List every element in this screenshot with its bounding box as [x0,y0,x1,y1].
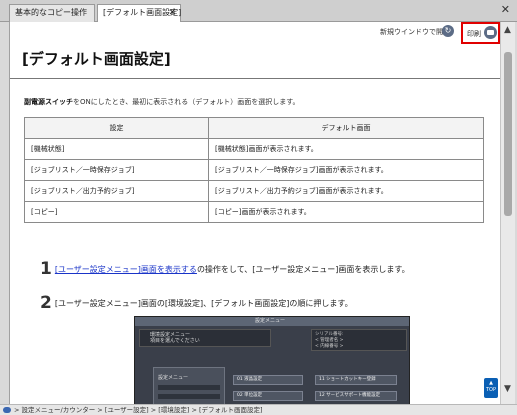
arrow-up-icon: ▲ [489,380,493,386]
illustration-info-line: < 内線番号 > [315,344,344,349]
table-cell: [ジョブリスト／一時保存ジョブ] [24,159,209,181]
table-cell: [機械状態] [24,138,209,160]
print-label: 印刷 [467,30,481,38]
step-text: [ユーザー設定メニュー]画面の[環境設定]、[デフォルト画面設定]の順に押します… [54,299,353,308]
manual-icon [3,407,11,413]
window-close-icon[interactable]: ✕ [501,3,510,16]
illustration-menu-bar [158,385,220,390]
illustration-menu-bar [158,394,220,399]
tab-close-icon[interactable]: ✕ [168,5,176,21]
table-row: [ジョブリスト／出力予約ジョブ] [ジョブリスト／出力予約ジョブ]画面が表示され… [24,180,484,202]
illustration-info: シリアル番号: < 管理者名 > < 内線番号 > [311,329,407,351]
new-window-icon[interactable]: ↻ [442,25,454,37]
table-header-row: 設定 デフォルト画面 [24,117,484,139]
user-settings-menu-link[interactable]: [ユーザー設定メニュー]画面を表示する [55,265,197,274]
table-row: [機械状態] [機械状態]画面が表示されます。 [24,138,484,160]
title-divider [10,78,500,79]
illustration-button: 02 単位設定 [233,391,303,401]
illustration-menu-label: 設定メニュー [158,375,189,381]
tab-label: 基本的なコピー操作 [15,8,87,17]
column-header-default-screen: デフォルト画面 [208,117,484,139]
printer-icon [484,26,497,39]
illustration-button: 12 サービスサポート機能設定 [315,391,397,401]
step-2: 2 [ユーザー設定メニュー]画面の[環境設定]、[デフォルト画面設定]の順に押しま… [40,293,353,313]
illustration-title-bar: 設定メニュー [135,317,409,326]
step-1: 1 [ユーザー設定メニュー]画面を表示するの操作をして、[ユーザー設定メニュー]画… [40,259,410,279]
tab-basic-copy[interactable]: 基本的なコピー操作 [9,4,95,22]
open-new-window-link[interactable]: 新規ウインドウで開く [380,27,450,37]
step-number: 2 [40,293,52,313]
page-title: [デフォルト画面設定] [22,50,171,68]
table-row: [ジョブリスト／一時保存ジョブ] [ジョブリスト／一時保存ジョブ]画面が表示され… [24,159,484,181]
tab-bar: 基本的なコピー操作 [デフォルト画面設定] ✕ ✕ [0,0,517,23]
intro-description: をONにしたとき、最初に表示される（デフォルト）画面を選択します。 [73,98,300,106]
vertical-scrollbar[interactable]: ▲ ▼ [500,22,515,404]
table-cell: [コピー]画面が表示されます。 [208,201,484,223]
scroll-up-icon[interactable]: ▲ [504,25,511,35]
help-content: 新規ウインドウで開く ↻ 印刷 [デフォルト画面設定] 副電源スイッチをONにし… [9,22,500,404]
table-row: [コピー] [コピー]画面が表示されます。 [24,201,484,223]
top-label: TOP [485,387,496,393]
illustration-button: 11 ショートカットキー登録 [315,375,397,385]
settings-table: 設定 デフォルト画面 [機械状態] [機械状態]画面が表示されます。 [ジョブリ… [24,117,484,223]
intro-text: 副電源スイッチをONにしたとき、最初に表示される（デフォルト）画面を選択します。 [24,97,300,107]
illustration-message: 環境設定メニュー 項目を選んでください [139,329,271,347]
illustration-message-line: 項目を選んでください [150,338,200,344]
illustration-button: 01 液晶設定 [233,375,303,385]
illustration-menu-panel: 設定メニュー [153,367,225,404]
table-cell: [ジョブリスト／出力予約ジョブ] [24,180,209,202]
step-number: 1 [40,259,52,279]
scroll-thumb[interactable] [504,52,512,216]
table-cell: [コピー] [24,201,209,223]
step-text: の操作をして、[ユーザー設定メニュー]画面を表示します。 [196,265,410,274]
column-header-setting: 設定 [24,117,209,139]
breadcrumb: > 設定メニュー/カウンター > [ユーザー設定] > [環境設定] > [デフ… [0,404,517,415]
device-screen-illustration: 設定メニュー 環境設定メニュー 項目を選んでください シリアル番号: < 管理者… [134,316,410,404]
scroll-to-top-button[interactable]: ▲ TOP [484,378,498,398]
scroll-down-icon[interactable]: ▼ [504,384,511,394]
tab-default-screen[interactable]: [デフォルト画面設定] ✕ [97,4,181,23]
table-cell: [ジョブリスト／一時保存ジョブ]画面が表示されます。 [208,159,484,181]
table-cell: [機械状態]画面が表示されます。 [208,138,484,160]
illustration-title: 設定メニュー [255,318,286,324]
print-button[interactable]: 印刷 [461,22,500,44]
breadcrumb-text: > 設定メニュー/カウンター > [ユーザー設定] > [環境設定] > [デフ… [14,406,263,414]
table-cell: [ジョブリスト／出力予約ジョブ]画面が表示されます。 [208,180,484,202]
intro-keyword: 副電源スイッチ [24,98,73,106]
